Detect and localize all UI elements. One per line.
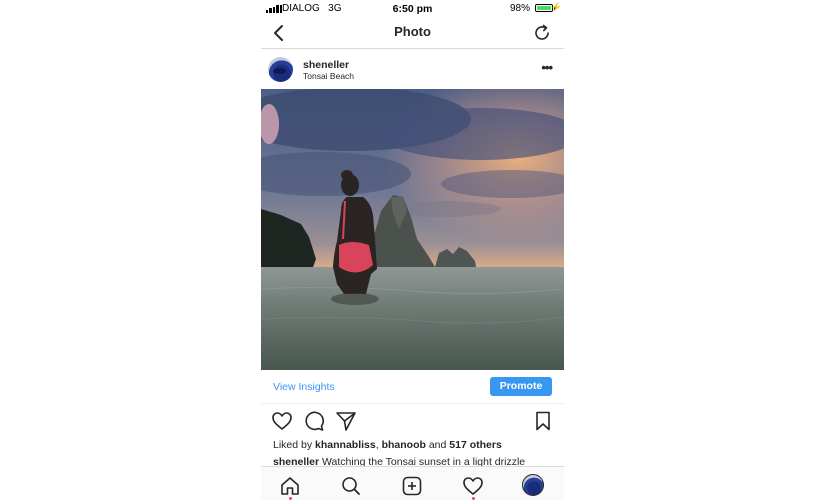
view-insights-link[interactable]: View Insights xyxy=(273,381,335,393)
nav-header: Photo xyxy=(261,18,564,49)
likes-separator: , xyxy=(375,439,379,451)
status-bar: DIALOG 3G 6:50 pm 98% ⚡ xyxy=(261,0,564,18)
profile-avatar[interactable] xyxy=(522,474,544,496)
activity-heart-icon[interactable] xyxy=(462,475,484,497)
page-title: Photo xyxy=(394,24,431,39)
phone-screen: DIALOG 3G 6:50 pm 98% ⚡ Photo sheneller … xyxy=(261,0,564,500)
post-location[interactable]: Tonsai Beach xyxy=(303,71,354,81)
post-header: sheneller Tonsai Beach ••• xyxy=(261,49,564,89)
post-photo[interactable] xyxy=(261,89,564,370)
bookmark-icon[interactable] xyxy=(532,410,554,432)
refresh-icon[interactable] xyxy=(532,23,552,43)
likes-summary: Liked by khannabliss, bhanoob and 517 ot… xyxy=(273,439,502,451)
home-icon[interactable] xyxy=(279,475,301,497)
promote-button[interactable]: Promote xyxy=(490,377,552,396)
likes-prefix: Liked by xyxy=(273,439,313,451)
likes-others-link[interactable]: 517 others xyxy=(449,439,502,451)
post-actions xyxy=(261,408,564,436)
add-post-icon[interactable] xyxy=(401,475,423,497)
likes-and: and xyxy=(428,439,447,451)
battery-percent: 98% xyxy=(509,3,530,14)
share-icon[interactable] xyxy=(335,410,357,432)
liker-username[interactable]: khannabliss xyxy=(315,439,376,451)
post-username[interactable]: sheneller xyxy=(303,59,349,71)
heart-icon[interactable] xyxy=(271,410,293,432)
battery-fill xyxy=(537,6,551,10)
comment-icon[interactable] xyxy=(303,410,325,432)
bottom-tab-bar xyxy=(261,466,564,500)
insights-row: View Insights Promote xyxy=(261,370,564,404)
search-icon[interactable] xyxy=(340,475,362,497)
charging-bolt-icon: ⚡ xyxy=(550,2,562,12)
liker-username[interactable]: bhanoob xyxy=(382,439,426,451)
avatar[interactable] xyxy=(268,57,293,82)
more-horizontal-icon[interactable]: ••• xyxy=(541,60,553,75)
